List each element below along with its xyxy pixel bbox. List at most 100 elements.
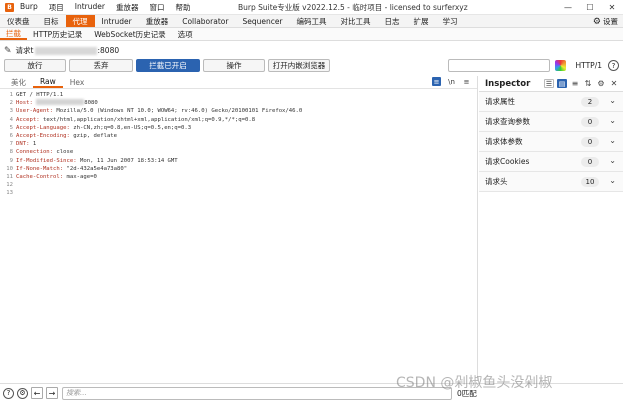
search-input[interactable]: 搜索... <box>62 386 452 400</box>
menu-intruder[interactable]: Intruder <box>75 2 105 13</box>
inspector-row-query-params[interactable]: 请求查询参数 0 ⌄ <box>479 112 623 132</box>
forward-button[interactable]: 放行 <box>4 59 66 72</box>
main-tabs: 仪表盘 目标 代理 Intruder 重放器 Collaborator Sequ… <box>0 15 623 28</box>
count-badge: 2 <box>581 97 599 107</box>
tab-raw[interactable]: Raw <box>33 77 63 88</box>
minimize-button[interactable]: — <box>557 0 579 14</box>
settings-button[interactable]: ⚙ 设置 <box>593 16 618 27</box>
tab-hex[interactable]: Hex <box>63 78 92 87</box>
menu-burp[interactable]: Burp <box>20 2 38 13</box>
count-badge: 10 <box>581 177 599 187</box>
newline-icon[interactable]: \n <box>447 77 456 86</box>
gear-icon[interactable]: ⚙ <box>596 79 606 88</box>
tab-decoder[interactable]: 编码工具 <box>290 15 334 27</box>
pencil-icon[interactable]: ✎ <box>4 46 12 56</box>
tab-extensions[interactable]: 扩展 <box>407 15 436 27</box>
tab-websocket-history[interactable]: WebSocket历史记录 <box>88 28 171 40</box>
editor-tabs: 美化 Raw Hex ≡ \n ≡ <box>0 76 477 89</box>
code-line: 6 Accept-Encoding: gzip, deflate <box>9 133 118 140</box>
redacted-host <box>36 99 85 106</box>
maximize-button[interactable]: ☐ <box>579 0 601 14</box>
request-port: :8080 <box>97 46 120 55</box>
chevron-down-icon: ⌄ <box>609 176 616 185</box>
tab-intercept[interactable]: 拦截 <box>0 28 27 40</box>
code-line: 13 <box>6 190 13 197</box>
tab-comparer[interactable]: 对比工具 <box>334 15 378 27</box>
chevron-down-icon: ⌄ <box>609 96 616 105</box>
request-target-line: ✎ 请求t :8080 <box>4 45 119 56</box>
code-line: 2 Host: 8080 <box>9 99 98 107</box>
inspector-row-cookies[interactable]: 请求Cookies 0 ⌄ <box>479 152 623 172</box>
tab-collaborator[interactable]: Collaborator <box>175 15 235 27</box>
tab-options[interactable]: 选项 <box>172 28 199 40</box>
redacted-host <box>34 46 97 55</box>
tab-http-history[interactable]: HTTP历史记录 <box>27 28 88 40</box>
menu-project[interactable]: 项目 <box>49 2 64 13</box>
watermark: CSDN @剁椒鱼头没剁椒 <box>396 375 553 391</box>
align-icon[interactable]: ≡ <box>570 79 580 88</box>
window-title: Burp Suite专业版 v2022.12.5 - 临时项目 - licens… <box>238 3 468 12</box>
inspector-row-headers[interactable]: 请求头 10 ⌄ <box>479 172 623 192</box>
inspector-header: Inspector ☰ ▤ ≡ ⇅ ⚙ ✕ <box>479 76 623 92</box>
comment-input[interactable] <box>447 59 550 72</box>
burp-logo-icon: B <box>5 2 14 12</box>
code-line: 10 If-None-Match: "2d-432a5e4a73a80" <box>6 165 128 172</box>
tab-repeater[interactable]: 重放器 <box>139 15 176 27</box>
list-icon[interactable]: ≡ <box>432 77 441 86</box>
chevron-down-icon: ⌄ <box>609 136 616 145</box>
count-badge: 0 <box>581 117 599 127</box>
gear-icon: ⚙ <box>592 16 601 27</box>
next-arrow-icon[interactable]: → <box>46 387 58 399</box>
tab-sequencer[interactable]: Sequencer <box>235 15 289 27</box>
settings-icon[interactable]: ⚙ <box>17 387 28 399</box>
tab-dashboard[interactable]: 仪表盘 <box>0 15 37 27</box>
request-editor: 美化 Raw Hex ≡ \n ≡ 1 GET / HTTP/1.1 2 Host:… <box>0 76 478 381</box>
help-icon[interactable]: ? <box>3 387 14 399</box>
code-line: 1 GET / HTTP/1.1 <box>9 92 64 98</box>
inspector-title: Inspector <box>485 78 531 89</box>
menu-repeater[interactable]: 重放器 <box>116 2 139 13</box>
panel-view-icon[interactable]: ▤ <box>557 79 567 88</box>
filter-icon[interactable]: ⇅ <box>583 79 593 88</box>
tab-pretty[interactable]: 美化 <box>4 77 33 88</box>
code-line: 12 <box>6 182 13 189</box>
code-line: 9 If-Modified-Since: Mon, 11 Jun 2007 18:… <box>9 157 178 164</box>
tab-proxy[interactable]: 代理 <box>65 15 95 27</box>
open-browser-button[interactable]: 打开内嵌浏览器 <box>268 59 330 72</box>
help-icon[interactable]: ? <box>608 60 619 71</box>
title-bar: B Burp 项目 Intruder 重放器 窗口 帮助 Burp Suite专… <box>0 0 623 15</box>
inspector-row-body-params[interactable]: 请求体参数 0 ⌄ <box>479 132 623 152</box>
code-line: 5 Accept-Language: zh-CN,zh;q=0.8,en-US;q… <box>9 124 192 131</box>
intercept-toolbar: 放行 丢弃 拦截已开启 操作 打开内嵌浏览器 <box>4 59 333 72</box>
tab-logger[interactable]: 日志 <box>378 15 407 27</box>
editor-icons: ≡ \n ≡ <box>426 77 471 86</box>
inspector-panel: Inspector ☰ ▤ ≡ ⇅ ⚙ ✕ 请求属性 2 ⌄ 请求查询参数 0 … <box>479 76 623 381</box>
tab-intruder[interactable]: Intruder <box>95 15 139 27</box>
tab-learn[interactable]: 学习 <box>436 15 465 27</box>
chevron-down-icon: ⌄ <box>609 156 616 165</box>
drop-button[interactable]: 丢弃 <box>69 59 133 72</box>
code-line: 7 DNT: 1 <box>9 141 37 148</box>
close-button[interactable]: ✕ <box>601 0 623 14</box>
code-line: 3 User-Agent: Mozilla/5.0 (Windows NT 10.… <box>9 108 303 115</box>
inspector-row-attributes[interactable]: 请求属性 2 ⌄ <box>479 92 623 112</box>
count-badge: 0 <box>581 157 599 167</box>
intercept-toggle-button[interactable]: 拦截已开启 <box>136 59 200 72</box>
code-line: 8 Connection: close <box>9 149 74 156</box>
list-view-icon[interactable]: ☰ <box>544 79 554 88</box>
request-body[interactable]: 1 GET / HTTP/1.1 2 Host: 8080 3 User-Agent:… <box>0 89 477 198</box>
menu-window[interactable]: 窗口 <box>149 2 164 13</box>
count-badge: 0 <box>581 137 599 147</box>
close-icon[interactable]: ✕ <box>609 79 619 88</box>
previous-arrow-icon[interactable]: ← <box>31 387 43 399</box>
proxy-sub-tabs: 拦截 HTTP历史记录 WebSocket历史记录 选项 <box>0 28 623 41</box>
chevron-down-icon: ⌄ <box>609 116 616 125</box>
tab-target[interactable]: 目标 <box>37 15 66 27</box>
inspector-icons: ☰ ▤ ≡ ⇅ ⚙ ✕ <box>541 79 619 88</box>
menu-icon[interactable]: ≡ <box>462 77 471 86</box>
menu-help[interactable]: 帮助 <box>175 2 190 13</box>
highlight-color-icon[interactable] <box>554 60 566 71</box>
menu-bar: Burp 项目 Intruder 重放器 窗口 帮助 <box>20 2 201 13</box>
http-version-label[interactable]: HTTP/1 <box>576 61 603 70</box>
action-button[interactable]: 操作 <box>203 59 265 72</box>
